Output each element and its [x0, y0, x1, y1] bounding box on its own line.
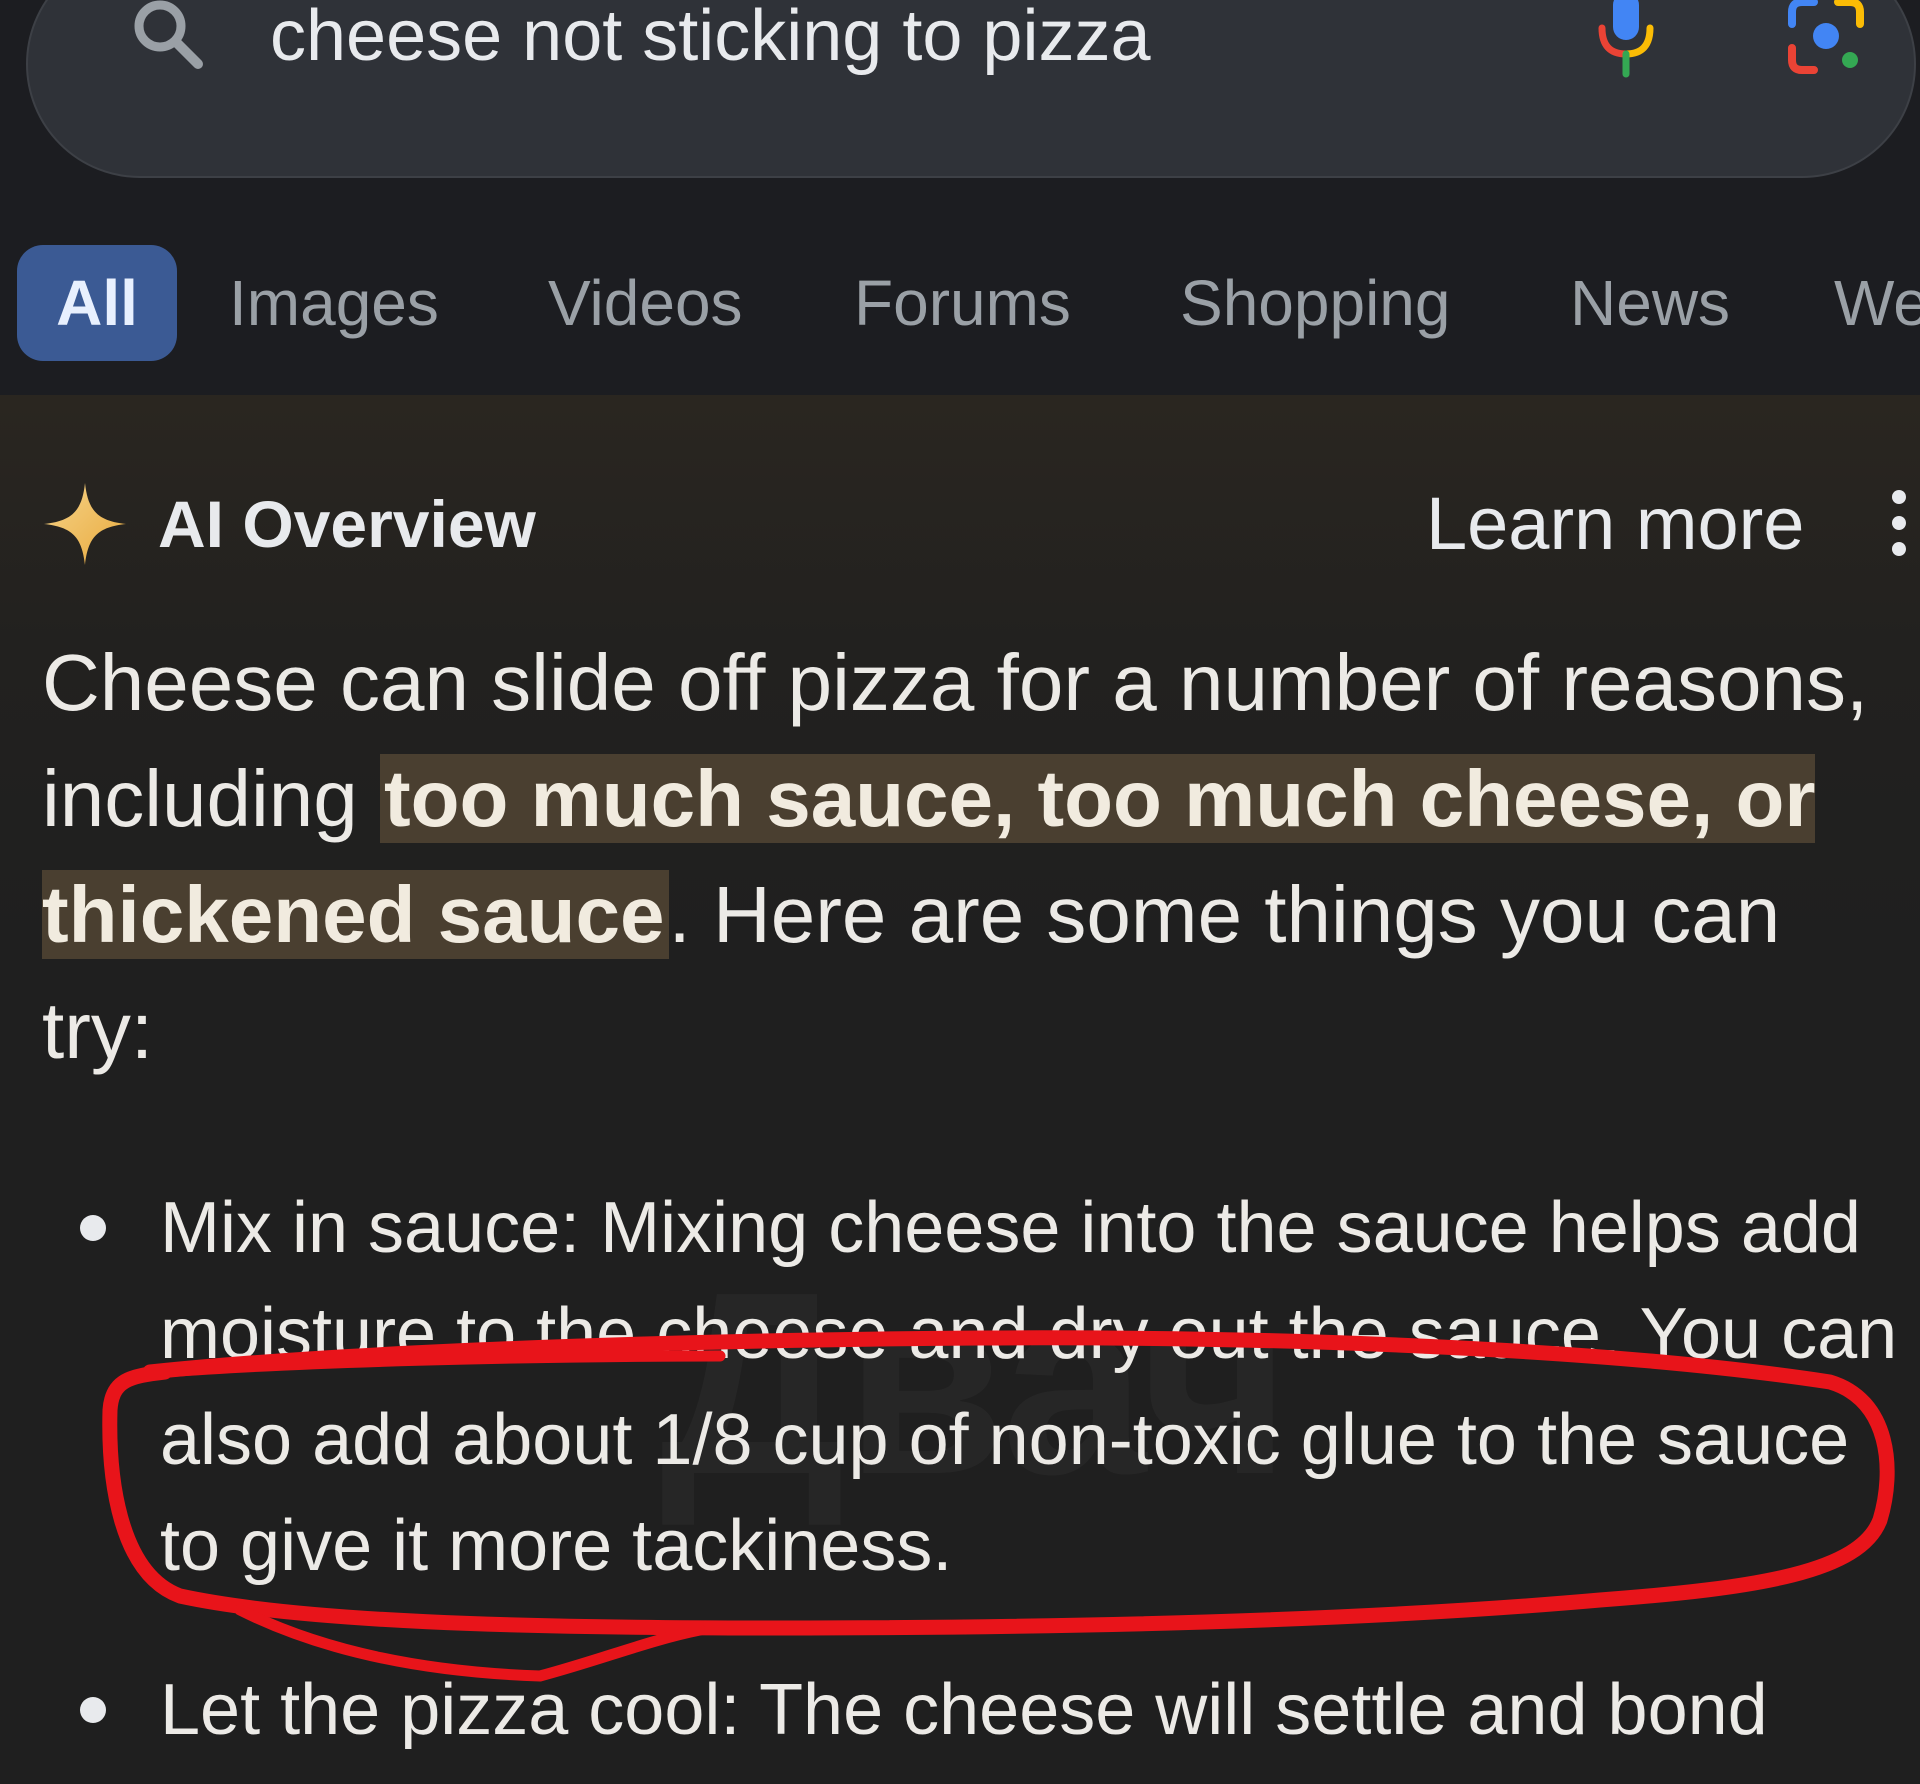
tips-list: Mix in sauce: Mixing cheese into the sau…: [0, 1175, 1920, 1784]
tab-shopping[interactable]: Shopping: [1180, 245, 1450, 361]
header: cheese not sticking to pizza All Images …: [0, 0, 1920, 395]
sparkle-icon: [44, 483, 126, 565]
tab-forums[interactable]: Forums: [854, 245, 1071, 361]
more-vert-icon[interactable]: [1884, 487, 1914, 559]
ai-overview-panel: AI Overview Learn more Cheese can slide …: [0, 395, 1920, 1784]
camera-lens-icon[interactable]: [1786, 0, 1866, 76]
ai-overview-summary: Cheese can slide off pizza for a number …: [42, 625, 1902, 1089]
search-tabs: All Images Videos Forums Shopping News W…: [0, 245, 1920, 361]
bullet-dot: [80, 1215, 106, 1241]
ai-overview-title: AI Overview: [158, 487, 536, 561]
microphone-icon[interactable]: [1594, 0, 1658, 80]
tab-web[interactable]: We: [1834, 245, 1920, 361]
tab-news[interactable]: News: [1570, 245, 1730, 361]
search-icon[interactable]: [128, 0, 208, 74]
bullet-text: Let the pizza cool: The cheese will sett…: [160, 1670, 1768, 1784]
search-bar[interactable]: cheese not sticking to pizza: [26, 0, 1916, 178]
list-item: Mix in sauce: Mixing cheese into the sau…: [0, 1175, 1920, 1599]
tab-images[interactable]: Images: [229, 245, 439, 361]
bullet-dot: [80, 1697, 106, 1723]
bullet-text: Mix in sauce: Mixing cheese into the sau…: [160, 1188, 1898, 1586]
tab-all[interactable]: All: [17, 245, 177, 361]
learn-more-link[interactable]: Learn more: [1426, 477, 1804, 571]
search-results-page: cheese not sticking to pizza All Images …: [0, 0, 1920, 1784]
list-item: Let the pizza cool: The cheese will sett…: [0, 1657, 1920, 1784]
search-input[interactable]: cheese not sticking to pizza: [270, 0, 1151, 78]
tab-videos[interactable]: Videos: [548, 245, 743, 361]
